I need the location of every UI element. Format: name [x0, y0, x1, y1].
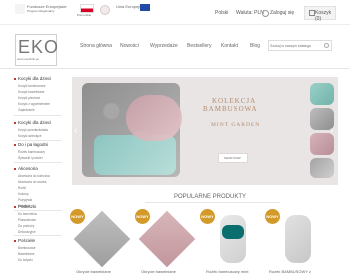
sidebar-item[interactable]: Kocyki bambusowe [18, 84, 45, 88]
hero-image-pink [126, 95, 182, 141]
hero-thumb-4[interactable] [310, 158, 334, 178]
sidebar-section-title[interactable]: Akcesoria [18, 166, 38, 171]
hero-prev-icon[interactable]: ‹ [74, 125, 77, 136]
sidebar-section-title[interactable]: Kocyki dla dzieci [18, 120, 51, 125]
product-name: Okrycie bawełniane [76, 269, 111, 274]
hero-title-line2: BAMBUSOWA [203, 105, 258, 113]
hero-title-line1: KOLEKCJA [212, 97, 257, 105]
currency-selector[interactable]: Waluta: PLN [236, 10, 264, 16]
sidebar-item[interactable]: Kocyki plecione [18, 96, 40, 100]
sidebar-item[interactable]: Bambusowe [18, 246, 36, 250]
user-icon [262, 10, 269, 17]
nav-contact[interactable]: Kontakt [221, 43, 238, 49]
bullet [14, 78, 16, 80]
bullet [14, 144, 16, 146]
sidebar-divider [14, 115, 62, 116]
sidebar: Kocyki dla dzieci Kocyki bambusowe Kocyk… [14, 76, 64, 280]
language-selector[interactable]: Polski [215, 10, 228, 16]
cart-button[interactable]: Koszyk (0) [304, 6, 336, 22]
poland-flag [80, 4, 94, 13]
search-box[interactable] [268, 40, 332, 51]
hero-subtitle: MINT GARDEN [211, 122, 261, 128]
header-divider [0, 68, 350, 69]
sidebar-item[interactable]: Kocyki z wypełnieniem [18, 102, 50, 106]
sidebar-item[interactable]: Do kołyski [18, 258, 33, 262]
product-name: Rożek BAMBUSOWY z [269, 269, 311, 274]
product-card[interactable]: NOWY Rożek BAMBUSOWY z [265, 209, 335, 277]
cart-label: Koszyk (0) [315, 10, 332, 22]
sidebar-item[interactable]: Pianowkowe [18, 218, 36, 222]
new-badge: NOWY [265, 209, 280, 224]
nav-blog[interactable]: Blog [250, 43, 260, 49]
sidebar-divider [14, 140, 62, 141]
eu-funds-logo [15, 4, 25, 14]
sidebar-section-title[interactable]: Kocyki dla dzieci [18, 76, 51, 81]
login-link[interactable]: Zaloguj się [270, 10, 294, 16]
product-card[interactable]: NOWY Okrycie bawełniane [70, 209, 131, 277]
logo[interactable]: EKO www.ekoidzik.eu [15, 34, 60, 66]
sidebar-divider [14, 162, 62, 163]
sidebar-section-title[interactable]: Pościele [18, 238, 35, 243]
product-accent [222, 225, 244, 239]
program-text: Program Regionalny [27, 9, 55, 13]
sidebar-divider [14, 210, 62, 211]
hero-cta-button[interactable]: SHOP NOW [218, 153, 248, 163]
new-badge: NOWY [70, 209, 85, 224]
sidebar-item[interactable]: Akcesoria do łóżeczka [18, 174, 50, 178]
hero-next-icon[interactable]: › [330, 125, 333, 136]
sidebar-divider [14, 235, 62, 236]
product-name: Rożek bambusowy mint [206, 269, 249, 274]
bullet [14, 240, 16, 242]
new-badge: NOWY [135, 209, 150, 224]
sidebar-section-title[interactable]: Poduszki [18, 204, 36, 209]
product-card[interactable]: NOWY Rożek bambusowy mint [200, 209, 258, 277]
search-icon[interactable] [324, 43, 329, 48]
bullet [14, 168, 16, 170]
product-image [220, 215, 246, 263]
sidebar-item[interactable]: Śpiworki i pościel [18, 156, 42, 160]
sidebar-item[interactable]: Rożki [18, 186, 26, 190]
sidebar-item[interactable]: Do podróży [18, 224, 34, 228]
sidebar-item[interactable]: Bawełniane [18, 252, 34, 256]
sidebar-item[interactable]: Pozytywki [18, 198, 32, 202]
nav-home[interactable]: Strona główna [80, 43, 112, 49]
sidebar-item[interactable]: Do karmienia [18, 212, 37, 216]
hero-image-mint [94, 135, 176, 175]
new-badge: NOWY [200, 209, 215, 224]
sidebar-item[interactable]: Akcesoria do wózka [18, 180, 46, 184]
hero-cta-label: SHOP NOW [224, 156, 241, 160]
sidebar-item[interactable]: Kocyki dziecięce [18, 134, 42, 138]
hero-banner[interactable]: KOLEKCJA BAMBUSOWA MINT GARDEN SHOP NOW … [72, 77, 338, 185]
nav-new[interactable]: Nowości [120, 43, 139, 49]
products-heading: POPULARNE PRODUKTY [174, 194, 247, 200]
region-seal-icon [100, 5, 110, 15]
bullet [14, 122, 16, 124]
sidebar-section-title[interactable]: Do i pa łagodni [18, 142, 48, 147]
nav-sales[interactable]: Wyprzedaże [150, 43, 178, 49]
sidebar-item[interactable]: Dekoracyjne [18, 230, 36, 234]
eu-flag-icon [140, 4, 150, 11]
products-divider [145, 202, 280, 203]
nav-bestsellers[interactable]: Bestsellery [187, 43, 211, 49]
sidebar-item[interactable]: Kokony [18, 192, 29, 196]
search-input[interactable] [270, 41, 322, 50]
product-image [285, 215, 311, 263]
sidebar-item[interactable]: Rożek bambusowy [18, 150, 45, 154]
sidebar-item[interactable]: Zapiekranie [18, 108, 35, 112]
bullet [14, 206, 16, 208]
product-card[interactable]: NOWY Okrycie bawełniane [135, 209, 196, 277]
sidebar-item[interactable]: Kocyk przedszkolaka [18, 128, 48, 132]
hero-thumb-1[interactable] [310, 83, 334, 105]
hero-thumb-3[interactable] [310, 133, 334, 155]
logo-text: EKO [18, 37, 60, 57]
product-name: Okrycie bawełniane [141, 269, 176, 274]
logo-url: www.ekoidzik.eu [17, 57, 40, 61]
sidebar-item[interactable]: Kocyki bawełniane [18, 90, 44, 94]
